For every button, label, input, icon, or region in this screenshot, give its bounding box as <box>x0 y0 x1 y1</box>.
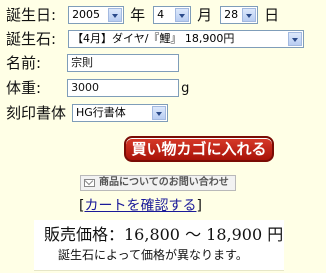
birthstone-row: 誕生石: 【4月】ダイヤ/『鯉』 18,900円 <box>6 30 305 48</box>
day-select[interactable]: 28 <box>220 6 259 24</box>
chevron-down-icon[interactable] <box>288 32 303 46</box>
weight-input[interactable]: 3000 <box>67 79 180 97</box>
birthstone-label: 誕生石: <box>6 30 57 48</box>
year-select[interactable]: 2005 <box>68 6 125 24</box>
chevron-down-icon[interactable] <box>242 8 257 22</box>
price-note: 誕生石によって価格が異なります。 <box>58 248 248 262</box>
day-unit: 日 <box>264 6 280 24</box>
mail-icon <box>84 179 95 187</box>
name-label: 名前: <box>6 54 42 72</box>
sale-price: 販売価格：16,800 ～ 18,900 円 <box>44 225 284 244</box>
product-inquiry-label: 商品についてのお問い合わせ <box>99 177 229 188</box>
name-row: 名前: 宗則 <box>6 54 180 72</box>
add-to-cart-button[interactable]: 買い物カゴに入れる <box>124 136 274 162</box>
engraving-font-row: 刻印書体 HG行書体 <box>6 104 169 122</box>
engraving-font-label: 刻印書体 <box>6 104 67 122</box>
check-cart: [カートを確認する] <box>79 197 202 215</box>
day-value: 28 <box>224 8 239 21</box>
birthstone-select[interactable]: 【4月】ダイヤ/『鯉』 18,900円 <box>68 30 305 48</box>
check-cart-link[interactable]: カートを確認する <box>84 198 196 214</box>
year-unit: 年 <box>130 6 146 24</box>
month-value: 4 <box>157 8 165 21</box>
chevron-down-icon[interactable] <box>175 8 190 22</box>
year-value: 2005 <box>72 8 101 21</box>
month-select[interactable]: 4 <box>153 6 192 24</box>
cart-bracket-close: ] <box>196 198 202 214</box>
birthstone-value: 【4月】ダイヤ/『鯉』 18,900円 <box>72 32 235 45</box>
engraving-font-select[interactable]: HG行書体 <box>72 104 169 122</box>
product-inquiry-button[interactable]: 商品についてのお問い合わせ <box>80 175 236 191</box>
weight-row: 体重: 3000 g <box>6 79 189 97</box>
price-box: 販売価格：16,800 ～ 18,900 円 誕生石によって価格が異なります。 <box>34 220 284 271</box>
engraving-font-value: HG行書体 <box>76 106 126 119</box>
birthday-label: 誕生日: <box>6 6 57 24</box>
name-input[interactable]: 宗則 <box>67 54 180 72</box>
chevron-down-icon[interactable] <box>152 106 167 120</box>
chevron-down-icon[interactable] <box>108 8 123 22</box>
weight-unit: g <box>181 80 190 96</box>
month-unit: 月 <box>197 6 213 24</box>
birthday-row: 誕生日: 2005 年 4 月 28 日 <box>6 6 279 24</box>
weight-label: 体重: <box>6 79 42 97</box>
